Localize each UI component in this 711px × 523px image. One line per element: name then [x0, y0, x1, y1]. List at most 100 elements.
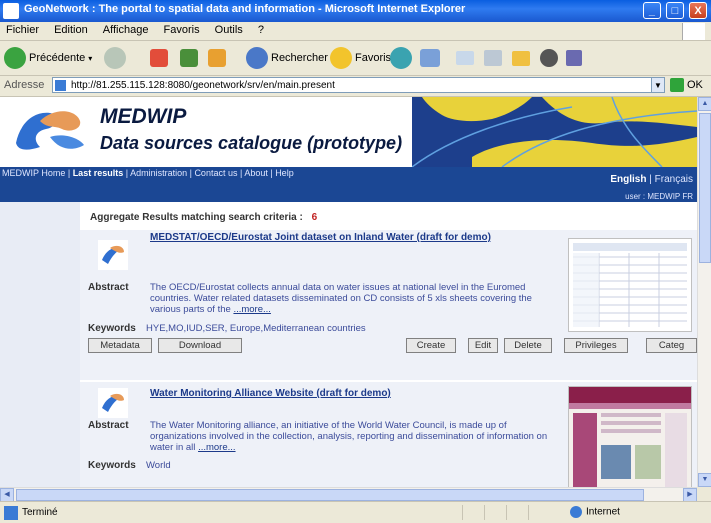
nav-contact-link[interactable]: Contact us [194, 168, 237, 178]
address-dropdown-icon[interactable]: ▼ [651, 77, 665, 93]
favorites-button[interactable]: Favoris [330, 45, 391, 71]
create-button[interactable]: Create [406, 338, 456, 353]
title-bar: GeoNetwork : The portal to spatial data … [0, 0, 711, 22]
folder-button[interactable] [512, 45, 530, 71]
menu-edit[interactable]: Edition [48, 22, 94, 38]
metadata-button[interactable]: Metadata [88, 338, 152, 353]
close-button[interactable]: X [689, 2, 707, 19]
home-icon [208, 49, 226, 67]
menu-file[interactable]: Fichier [0, 22, 45, 38]
status-segment [462, 505, 483, 520]
page-done-icon [4, 506, 18, 520]
record-abstract-text: The OECD/Eurostat collects annual data o… [150, 282, 532, 315]
back-arrow-icon [4, 47, 26, 69]
horizontal-scrollbar[interactable]: ◀ ▶ [0, 487, 697, 502]
record-thumbnail[interactable] [568, 386, 692, 487]
page-icon [55, 80, 66, 91]
vertical-scroll-thumb[interactable] [699, 113, 711, 263]
search-label: Rechercher [271, 52, 328, 64]
minimize-button[interactable]: _ [642, 2, 661, 19]
status-text: Terminé [22, 507, 58, 518]
record-abstract: The OECD/Eurostat collects annual data o… [150, 282, 550, 315]
media-icon [390, 47, 412, 69]
edit-button[interactable]: Edit [468, 338, 498, 353]
results-count: 6 [311, 212, 318, 223]
windows-logo-icon [682, 23, 705, 40]
search-icon [246, 47, 268, 69]
results-area: Aggregate Results matching search criter… [0, 202, 697, 487]
keywords-label: Keywords [88, 460, 136, 471]
menu-favorites[interactable]: Favoris [158, 22, 206, 38]
forward-button[interactable] [104, 45, 126, 71]
nav-last-results-link[interactable]: Last results [73, 168, 124, 178]
history-button[interactable] [420, 45, 440, 71]
categories-button[interactable]: Categ [646, 338, 697, 353]
more-link[interactable]: ...more... [198, 442, 235, 453]
star-icon [330, 47, 352, 69]
nav-home-link[interactable]: MEDWIP Home [2, 168, 65, 178]
keywords-label: Keywords [88, 323, 136, 334]
language-switch: English | Français [610, 174, 693, 185]
toolbar: Précédente ▾ Rechercher Favoris [0, 41, 711, 76]
record-thumbnail[interactable] [568, 238, 692, 332]
site-banner: MEDWIP Data sources catalogue (prototype… [0, 97, 697, 167]
medwip-logo-icon [16, 111, 84, 150]
result-record: MEDSTAT/OECD/Eurostat Joint dataset on I… [80, 230, 697, 380]
messenger-icon [566, 50, 582, 66]
lang-french-link[interactable]: Français [655, 174, 693, 185]
print-button[interactable] [484, 45, 502, 71]
back-dropdown-icon[interactable]: ▾ [88, 54, 92, 63]
address-input[interactable]: http://81.255.115.128:8080/geonetwork/sr… [52, 77, 652, 93]
abstract-label: Abstract [88, 420, 129, 431]
back-button[interactable]: Précédente ▾ [4, 45, 92, 71]
delete-button[interactable]: Delete [504, 338, 552, 353]
scroll-right-icon[interactable]: ▶ [683, 488, 697, 502]
lang-english-link[interactable]: English [610, 174, 646, 185]
mail-button[interactable] [456, 45, 474, 71]
forward-arrow-icon [104, 47, 126, 69]
status-bar: Terminé Internet [0, 501, 711, 523]
scroll-up-icon[interactable]: ▲ [698, 97, 711, 111]
help-button[interactable] [540, 45, 558, 71]
result-record: Water Monitoring Alliance Website (draft… [80, 382, 697, 487]
results-summary-label: Aggregate Results matching search criter… [90, 212, 303, 223]
record-logo-icon [98, 388, 128, 418]
results-summary: Aggregate Results matching search criter… [90, 212, 317, 223]
menu-help[interactable]: ? [252, 22, 270, 38]
browser-window: GeoNetwork : The portal to spatial data … [0, 0, 711, 523]
search-button[interactable]: Rechercher [246, 45, 328, 71]
nav-help-link[interactable]: Help [275, 168, 294, 178]
internet-globe-icon [570, 506, 582, 518]
nav-about-link[interactable]: About [244, 168, 268, 178]
messenger-button[interactable] [566, 45, 582, 71]
nav-administration-link[interactable]: Administration [130, 168, 187, 178]
scroll-left-icon[interactable]: ◀ [0, 488, 14, 502]
print-icon [484, 50, 502, 66]
scroll-down-icon[interactable]: ▼ [698, 473, 711, 487]
stop-button[interactable] [150, 45, 168, 71]
security-zone: Internet [570, 506, 620, 518]
help-icon [540, 49, 558, 67]
maximize-button[interactable]: □ [665, 2, 684, 19]
spreadsheet-thumbnail-image [569, 239, 691, 331]
go-label[interactable]: OK [687, 79, 703, 91]
record-logo-icon [98, 240, 128, 270]
horizontal-scroll-thumb[interactable] [16, 489, 644, 501]
results-left-column [0, 202, 80, 487]
vertical-scrollbar[interactable]: ▲ ▼ [697, 97, 711, 487]
go-arrow-icon[interactable] [670, 78, 684, 92]
download-button[interactable]: Download [158, 338, 242, 353]
menu-tools[interactable]: Outils [209, 22, 249, 38]
media-button[interactable] [390, 45, 412, 71]
abstract-label: Abstract [88, 282, 129, 293]
home-button[interactable] [208, 45, 226, 71]
page-content: MEDWIP Data sources catalogue (prototype… [0, 97, 697, 487]
privileges-button[interactable]: Privileges [564, 338, 628, 353]
record-title-link[interactable]: MEDSTAT/OECD/Eurostat Joint dataset on I… [150, 232, 550, 244]
menu-view[interactable]: Affichage [97, 22, 155, 38]
more-link[interactable]: ...more... [233, 304, 270, 315]
favorites-label: Favoris [355, 52, 392, 64]
user-info: user : MEDWIP FR [0, 191, 697, 202]
record-title-link[interactable]: Water Monitoring Alliance Website (draft… [150, 388, 550, 399]
refresh-button[interactable] [180, 45, 198, 71]
